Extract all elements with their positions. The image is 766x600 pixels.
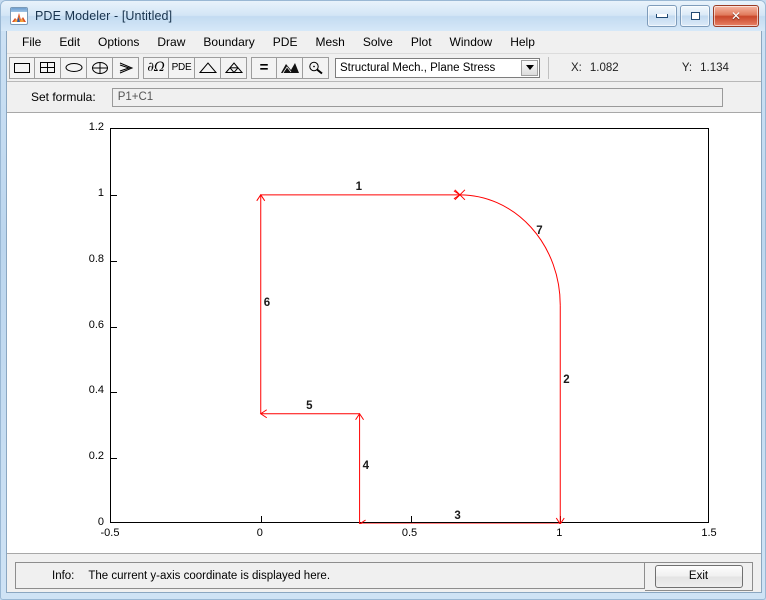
y-tick-label: 0.4 [88,384,104,397]
title-bar: PDE Modeler - [Untitled] ✕ [1,1,765,31]
y-tick-label: 1.2 [88,121,104,133]
set-formula-label: Set formula: [31,90,96,104]
application-select[interactable]: Structural Mech., Plane Stress [335,57,540,78]
geometry-outline [256,189,565,524]
plot-solution-icon[interactable] [277,56,303,79]
close-icon: ✕ [730,9,742,23]
x-tick-label: 1 [556,527,563,539]
info-text: The current y-axis coordinate is display… [88,569,331,582]
menu-draw[interactable]: Draw [148,32,194,52]
ellipse-centered-icon[interactable] [87,56,113,79]
pde-icon[interactable]: PDE [169,56,195,79]
minimize-button[interactable] [647,5,677,27]
y-tick-label: 0.8 [88,252,104,265]
y-tick-label: 0 [97,516,104,528]
menu-solve[interactable]: Solve [354,32,402,52]
menu-mesh[interactable]: Mesh [306,32,353,52]
zoom-icon[interactable] [303,56,329,79]
maximize-icon [690,12,700,20]
x-tick-label: 0.5 [401,527,418,539]
solve-icon[interactable]: = [251,56,277,79]
client-area: File Edit Options Draw Boundary PDE Mesh… [6,31,762,593]
info-label: Info: [52,569,75,582]
set-formula-input[interactable]: P1+C1 [111,87,723,107]
boundary-mode-icon[interactable]: ∂Ω [143,56,169,79]
menu-help[interactable]: Help [501,32,544,52]
menu-window[interactable]: Window [441,32,502,52]
menu-edit[interactable]: Edit [50,32,89,52]
maximize-button[interactable] [680,5,710,27]
info-field: Info: The current y-axis coordinate is d… [15,562,645,589]
x-tick-label: 0 [256,527,263,539]
x-tick-label: 1.5 [701,527,717,539]
minimize-icon [656,14,668,18]
menu-pde[interactable]: PDE [264,32,307,52]
y-coordinate-value: 1.134 [700,61,729,74]
menu-boundary[interactable]: Boundary [194,32,263,52]
rectangle-icon[interactable] [9,56,35,79]
formula-bar: Set formula: P1+C1 [7,82,761,113]
y-coordinate-label: Y: [681,61,693,74]
window-title: PDE Modeler - [Untitled] [35,9,173,23]
geometry-edge-7 [459,194,561,306]
menu-options[interactable]: Options [89,32,148,52]
pde-modeler-window: PDE Modeler - [Untitled] ✕ File Edit Opt… [0,0,766,600]
polygon-icon[interactable] [113,56,139,79]
x-coordinate-value: 1.082 [589,61,619,74]
matlab-membrane-icon [10,7,28,25]
mesh-icon[interactable] [195,56,221,79]
y-tick-label: 0.6 [88,318,104,331]
y-tick-label: 0.2 [88,450,104,463]
plot-axes [110,128,709,524]
exit-button[interactable]: Exit [654,564,743,588]
x-tick-label: -0.5 [100,527,120,539]
application-select-value: Structural Mech., Plane Stress [340,61,496,74]
toolbar: ∂Ω PDE = Structural Mech., Plane Stress … [7,54,761,82]
refine-mesh-icon[interactable] [221,56,247,79]
coordinate-readout: X: 1.082 Y: 1.134 [548,56,759,79]
geometry-plot[interactable]: -0.5 0 0.5 1 1.5 0 0.2 0.4 0.6 0.8 1 1.2 1 7 2 3 4 5 6 [7,113,761,554]
rectangle-centered-icon[interactable] [35,56,61,79]
y-tick-label: 1 [97,186,104,199]
close-button[interactable]: ✕ [713,5,759,27]
status-bar: Info: The current y-axis coordinate is d… [7,560,761,592]
chevron-down-icon[interactable] [521,59,538,76]
menu-file[interactable]: File [13,32,50,52]
menu-bar: File Edit Options Draw Boundary PDE Mesh… [7,31,761,54]
ellipse-icon[interactable] [61,56,87,79]
menu-plot[interactable]: Plot [402,32,441,52]
x-coordinate-label: X: [571,61,582,74]
window-controls: ✕ [647,5,759,27]
exit-button-container: Exit [645,561,753,591]
